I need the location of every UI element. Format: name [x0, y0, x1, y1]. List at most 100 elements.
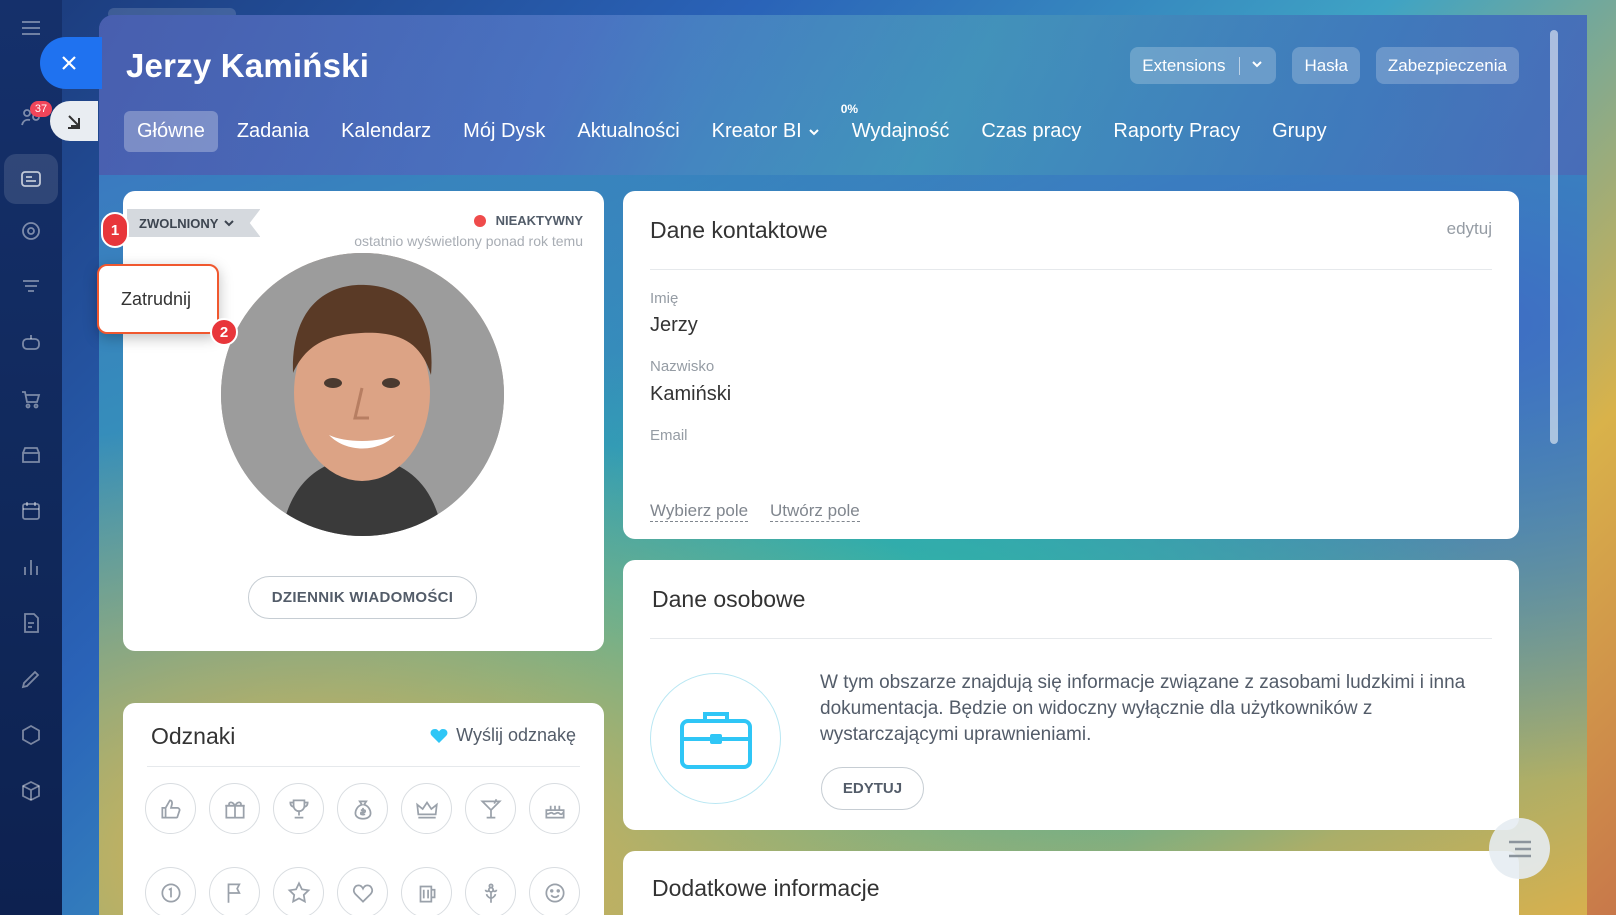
personal-description: W tym obszarze znajdują się informacje z…: [820, 672, 1466, 745]
contact-card: Dane kontaktowe edytuj Imię Jerzy Nazwis…: [623, 191, 1519, 539]
tab-bi-builder-label: Kreator BI: [711, 120, 802, 142]
crown-icon[interactable]: [401, 783, 452, 834]
last-seen: ostatnio wyświetlony ponad rok temu: [354, 233, 583, 249]
chevron-down-icon: [802, 120, 820, 142]
select-field-link[interactable]: Wybierz pole: [650, 501, 749, 522]
trophy-icon[interactable]: [273, 783, 324, 834]
tab-work-reports[interactable]: Raporty Pracy: [1100, 111, 1253, 152]
pen-icon[interactable]: [18, 666, 44, 692]
store-icon[interactable]: [18, 442, 44, 468]
chart-icon[interactable]: [18, 554, 44, 580]
additional-info-card: Dodatkowe informacje: [623, 851, 1519, 915]
first-name-label: Imię: [650, 290, 679, 307]
message-log-button[interactable]: DZIENNIK WIADOMOŚCI: [248, 576, 477, 619]
online-state: NIEAKTYWNY: [473, 213, 583, 228]
tab-groups[interactable]: Grupy: [1259, 111, 1339, 152]
button-separator: [1239, 56, 1241, 75]
tab-tasks[interactable]: Zadania: [224, 111, 322, 152]
hexagon-icon[interactable]: [18, 722, 44, 748]
menu-icon[interactable]: [18, 15, 44, 41]
scrollbar[interactable]: [1550, 30, 1558, 444]
close-icon: [62, 56, 76, 70]
list-icon: [1508, 840, 1531, 857]
contact-title: Dane kontaktowe: [650, 217, 828, 243]
calendar-icon[interactable]: [18, 498, 44, 524]
personal-title: Dane osobowe: [652, 586, 806, 612]
collapse-slider-button[interactable]: [50, 101, 98, 141]
status-dropdown[interactable]: ZWOLNIONY: [127, 209, 261, 237]
cake-icon[interactable]: [529, 783, 580, 834]
profile-card: ZWOLNIONY NIEAKTYWNY ostatnio wyświetlon…: [123, 191, 604, 651]
avatar-face-icon: [221, 253, 504, 536]
status-label: ZWOLNIONY: [139, 215, 219, 231]
additional-info-title: Dodatkowe informacje: [652, 875, 880, 901]
step-marker-2: 2: [210, 318, 238, 346]
chevron-down-icon[interactable]: [1250, 56, 1264, 76]
security-button[interactable]: Zabezpieczenia: [1375, 47, 1519, 84]
minimize-arrow-icon: [68, 115, 80, 129]
tab-performance-label: Wydajność: [851, 120, 950, 142]
document-icon[interactable]: [18, 610, 44, 636]
personal-edit-button[interactable]: EDYTUJ: [821, 767, 924, 810]
app-sidebar: 37: [0, 0, 62, 915]
header-buttons: Extensions Hasła Zabezpieczenia: [1130, 47, 1519, 84]
performance-percent: 0%: [840, 102, 859, 116]
contact-edit-link[interactable]: edytuj: [1447, 219, 1492, 239]
robot-icon[interactable]: [18, 330, 44, 356]
star-icon[interactable]: [273, 867, 324, 915]
thumbs-up-icon[interactable]: [145, 783, 196, 834]
personal-data-card: Dane osobowe W tym obszarze znajdują się…: [623, 560, 1519, 830]
last-name-label: Nazwisko: [650, 358, 715, 375]
online-state-label: NIEAKTYWNY: [495, 213, 583, 228]
tab-performance[interactable]: 0% Wydajność: [839, 102, 963, 152]
cart-icon[interactable]: [18, 386, 44, 412]
close-slider-button[interactable]: [40, 37, 102, 89]
status-menu-popup: Zatrudnij: [97, 264, 219, 334]
chevron-down-icon: [218, 216, 235, 231]
profile-slider: Jerzy Kamiński Extensions Hasła Zabezpie…: [99, 15, 1587, 915]
extensions-button[interactable]: Extensions: [1130, 47, 1277, 84]
gift-icon[interactable]: [209, 783, 260, 834]
profile-tabs: Główne Zadania Kalendarz Mój Dysk Aktual…: [124, 102, 1346, 152]
passwords-button[interactable]: Hasła: [1292, 47, 1360, 84]
tab-my-drive[interactable]: Mój Dysk: [450, 111, 558, 152]
heart-outline-icon[interactable]: [337, 867, 388, 915]
divider: [650, 638, 1492, 639]
notifications-badge: 37: [30, 101, 52, 117]
badges-title: Odznaki: [151, 723, 236, 749]
last-name-value: Kamiński: [650, 383, 732, 405]
cocktail-icon[interactable]: [465, 783, 516, 834]
offline-dot-icon: [473, 214, 486, 227]
send-badge-label: Wyślij odznakę: [456, 725, 576, 745]
page-title: Jerzy Kamiński: [126, 47, 370, 84]
number-one-icon[interactable]: [145, 867, 196, 915]
menu-list-button[interactable]: [1489, 818, 1550, 879]
badges-card: Odznaki Wyślij odznakę: [123, 703, 604, 915]
email-label: Email: [650, 427, 688, 444]
step-marker-1: 1: [101, 212, 129, 248]
profile-card-icon[interactable]: [18, 166, 44, 192]
tab-bi-builder[interactable]: Kreator BI: [699, 111, 833, 152]
filter-icon[interactable]: [18, 274, 44, 300]
extensions-label: Extensions: [1142, 55, 1226, 75]
flag-icon[interactable]: [209, 867, 260, 915]
tab-work-time[interactable]: Czas pracy: [968, 111, 1094, 152]
tab-calendar[interactable]: Kalendarz: [328, 111, 444, 152]
briefcase-icon: [650, 673, 781, 804]
divider: [650, 269, 1492, 270]
send-badge-link[interactable]: Wyślij odznakę: [430, 725, 576, 746]
flower-icon[interactable]: [465, 867, 516, 915]
beer-icon[interactable]: [401, 867, 452, 915]
money-bag-icon[interactable]: [337, 783, 388, 834]
tab-news[interactable]: Aktualności: [564, 111, 692, 152]
tab-main[interactable]: Główne: [124, 111, 218, 152]
smile-icon[interactable]: [529, 867, 580, 915]
avatar[interactable]: [221, 253, 504, 536]
create-field-link[interactable]: Utwórz pole: [770, 501, 860, 522]
hire-menu-item[interactable]: Zatrudnij: [121, 289, 191, 310]
cube-icon[interactable]: [18, 778, 44, 804]
divider: [147, 766, 580, 767]
target-icon[interactable]: [18, 218, 44, 244]
heart-icon: [430, 728, 448, 743]
first-name-value: Jerzy: [650, 314, 698, 336]
